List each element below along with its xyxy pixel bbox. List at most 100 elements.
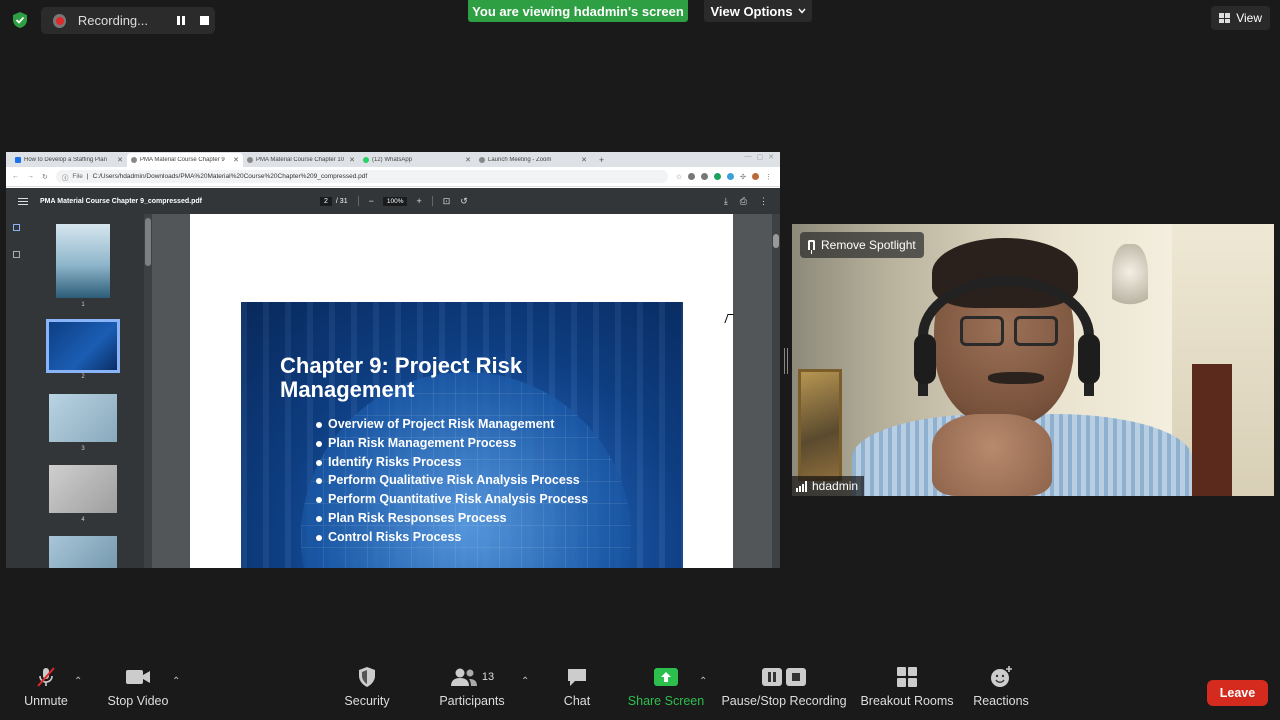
forward-icon[interactable]: →	[27, 173, 34, 180]
participants-button[interactable]: 13 Participants	[436, 660, 508, 720]
video-camera-icon	[126, 670, 150, 684]
slide-bullet: Perform Quantitative Risk Analysis Proce…	[316, 492, 588, 511]
address-separator: |	[86, 173, 89, 180]
maximize-icon[interactable]: ▢	[757, 153, 764, 161]
pdf-actions: ⤓ ⎙ ⋮	[724, 196, 768, 207]
close-tab-icon[interactable]: ✕	[349, 156, 355, 164]
chat-label: Chat	[563, 694, 591, 708]
glasses	[960, 316, 1004, 346]
browser-tab[interactable]: Launch Meeting - Zoom ✕	[475, 153, 591, 167]
tab-title: PMA Material Course Chapter 10	[256, 157, 345, 163]
recording-label: Recording...	[77, 13, 148, 28]
page-number-input[interactable]: 2	[320, 196, 332, 206]
viewing-screen-banner: You are viewing hdadmin's screen	[468, 0, 688, 22]
close-tab-icon[interactable]: ✕	[117, 156, 123, 164]
pause-recording-button[interactable]	[170, 10, 190, 32]
breakout-rooms-label: Breakout Rooms	[860, 694, 954, 708]
share-options-chevron-icon[interactable]: ⌃	[699, 676, 707, 687]
sidebar-rail	[6, 214, 26, 568]
muted-mic-icon	[37, 667, 55, 687]
menu-icon[interactable]	[18, 197, 28, 205]
smiley-plus-icon	[991, 666, 1012, 687]
participants-options-chevron-icon[interactable]: ⌃	[521, 676, 529, 687]
remove-spotlight-button[interactable]: Remove Spotlight	[800, 232, 924, 258]
scrollbar-thumb[interactable]	[773, 234, 779, 248]
close-tab-icon[interactable]: ✕	[581, 156, 587, 164]
pause-stop-recording-button[interactable]: Pause/Stop Recording	[720, 660, 848, 720]
page-total: / 31	[335, 197, 348, 205]
view-options-button[interactable]: View Options	[704, 0, 812, 22]
outline-icon[interactable]	[13, 251, 20, 258]
browser-tab-strip: How to Develop a Staffing Plan ✕ PMA Mat…	[6, 152, 780, 167]
profile-avatar[interactable]	[752, 173, 759, 180]
reactions-button[interactable]: Reactions	[970, 660, 1032, 720]
page-thumbnail[interactable]: 3	[49, 394, 117, 452]
headset-earcup	[914, 334, 936, 384]
zoom-in-icon[interactable]: +	[416, 196, 421, 206]
video-options-chevron-icon[interactable]: ⌃	[172, 676, 180, 687]
view-layout-button[interactable]: View	[1211, 6, 1270, 30]
puzzle-icon[interactable]: ✣	[740, 173, 746, 181]
page-scrollbar[interactable]	[772, 214, 780, 568]
audio-options-chevron-icon[interactable]: ⌃	[74, 676, 82, 687]
browser-tab[interactable]: (12) WhatsApp ✕	[359, 153, 475, 167]
bookmark-star-icon[interactable]: ☆	[676, 173, 682, 181]
stop-video-button[interactable]: Stop Video	[104, 660, 172, 720]
leave-button[interactable]: Leave	[1207, 680, 1268, 706]
browser-tab-active[interactable]: PMA Material Course Chapter 9 ✕	[127, 153, 243, 167]
close-window-icon[interactable]: ✕	[768, 153, 774, 161]
close-tab-icon[interactable]: ✕	[233, 156, 239, 164]
reload-icon[interactable]: ↻	[42, 173, 48, 181]
zoom-out-icon[interactable]: −	[369, 196, 374, 206]
address-scheme: File	[72, 173, 83, 180]
participants-icon	[450, 668, 477, 686]
address-url: C:/Users/hdadmin/Downloads/PMA%20Materia…	[92, 173, 368, 180]
fit-page-icon[interactable]: ⊡	[443, 196, 451, 207]
browser-tab[interactable]: How to Develop a Staffing Plan ✕	[11, 153, 127, 167]
split-view-handle[interactable]	[784, 348, 788, 374]
chat-bubble-icon	[568, 669, 586, 686]
share-screen-button[interactable]: Share Screen	[626, 660, 706, 720]
info-icon: ⓘ	[61, 174, 69, 182]
page-thumbnail[interactable]	[49, 536, 117, 568]
security-label: Security	[344, 694, 390, 708]
extension-icon[interactable]	[688, 173, 696, 180]
back-icon[interactable]: ←	[12, 173, 19, 180]
chat-button[interactable]: Chat	[556, 660, 598, 720]
scrollbar-thumb[interactable]	[145, 218, 151, 266]
page-thumbnail-selected[interactable]: 2	[46, 319, 120, 380]
more-menu-icon[interactable]: ⋮	[765, 173, 772, 181]
stop-recording-button[interactable]	[195, 10, 215, 32]
page-thumbnail[interactable]: 1	[49, 224, 117, 308]
extension-icon[interactable]	[701, 173, 709, 180]
globe-icon	[479, 157, 485, 163]
tab-title: (12) WhatsApp	[372, 157, 413, 163]
rotate-icon[interactable]: ↺	[460, 196, 468, 207]
close-tab-icon[interactable]: ✕	[465, 156, 471, 164]
page-thumbnail[interactable]: 4	[49, 465, 117, 523]
unmute-button[interactable]: Unmute	[16, 660, 76, 720]
slide-bullet: Overview of Project Risk Management	[316, 417, 588, 436]
new-tab-icon[interactable]: +	[599, 155, 604, 165]
download-icon[interactable]: ⤓	[724, 196, 728, 207]
thumbnails-icon[interactable]	[13, 224, 20, 231]
pause-icon	[176, 16, 185, 25]
extension-icon[interactable]	[727, 173, 735, 180]
zoom-meeting-window: Recording... You are viewing hdadmin's s…	[0, 0, 1280, 720]
print-icon[interactable]: ⎙	[740, 196, 747, 207]
zoom-input[interactable]: 100%	[382, 196, 408, 206]
mustache	[988, 372, 1044, 384]
breakout-rooms-button[interactable]: Breakout Rooms	[858, 660, 956, 720]
participant-name: hdadmin	[812, 479, 859, 493]
glasses	[1014, 316, 1058, 346]
security-button[interactable]: Security	[340, 660, 394, 720]
extension-icon[interactable]	[714, 173, 722, 180]
browser-tab[interactable]: PMA Material Course Chapter 10 ✕	[243, 153, 359, 167]
share-screen-label: Share Screen	[627, 694, 705, 708]
thumbnail-scrollbar[interactable]	[144, 214, 152, 568]
minimize-icon[interactable]: —	[745, 153, 752, 161]
more-icon[interactable]: ⋮	[759, 196, 768, 207]
browser-toolbar: ← → ↻ ⓘ File | C:/Users/hdadmin/Download…	[6, 167, 780, 187]
participant-name-tag: hdadmin	[792, 476, 865, 496]
address-bar[interactable]: ⓘ File | C:/Users/hdadmin/Downloads/PMA%…	[55, 170, 668, 183]
